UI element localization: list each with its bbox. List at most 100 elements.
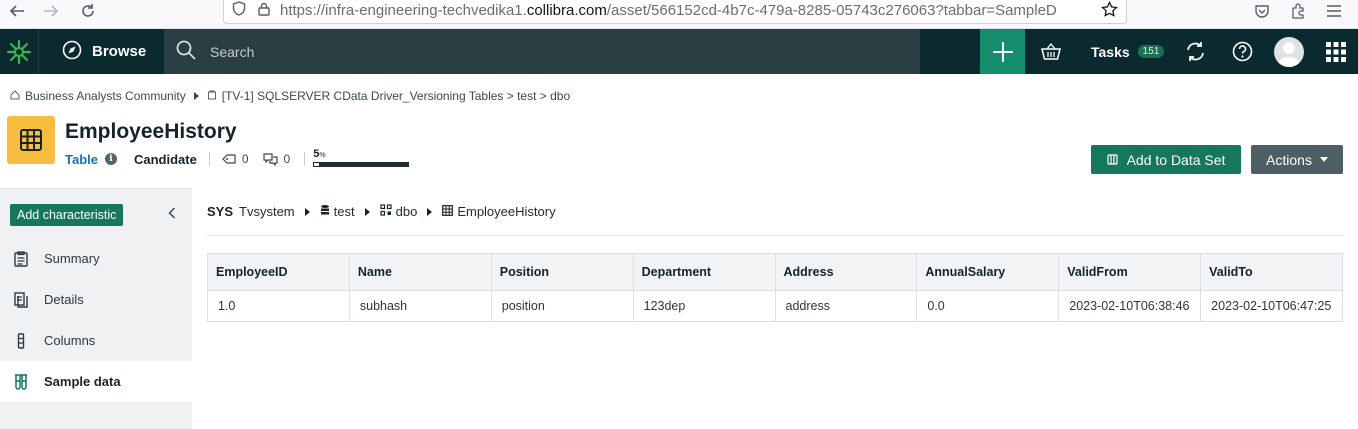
reload-icon[interactable] xyxy=(75,0,101,22)
browse-label: Browse xyxy=(92,43,147,60)
schema-icon xyxy=(380,204,392,219)
divider xyxy=(207,235,1343,236)
sidebar-item-sample-data[interactable]: Sample data xyxy=(0,361,192,402)
tags-count: 0 xyxy=(241,152,249,166)
tasks-label: Tasks xyxy=(1091,43,1130,60)
table-icon xyxy=(442,204,454,219)
add-to-dataset-label: Add to Data Set xyxy=(1126,151,1226,168)
url-bar[interactable]: https://infra-engineering-techvedika1.co… xyxy=(223,0,1127,24)
column-header: ValidFrom xyxy=(1058,253,1202,291)
tasks-button[interactable]: Tasks 151 xyxy=(1091,29,1165,74)
search-icon xyxy=(176,40,196,63)
extensions-icon[interactable] xyxy=(1286,0,1310,22)
search-input[interactable] xyxy=(210,43,810,60)
table-cell: subhash xyxy=(348,290,492,322)
forward-icon[interactable] xyxy=(38,0,64,22)
table-cell: address xyxy=(774,290,918,322)
help-icon[interactable] xyxy=(1229,29,1255,74)
breadcrumb-community-link[interactable]: Business Analysts Community xyxy=(25,89,186,103)
global-search[interactable] xyxy=(164,29,920,74)
summary-icon xyxy=(14,250,28,267)
create-button[interactable] xyxy=(980,29,1025,74)
breadcrumb: Business Analysts Community [TV-1] SQLSE… xyxy=(10,89,570,103)
breadcrumb-domain-link[interactable]: [TV-1] SQLSERVER CData Driver_Versioning… xyxy=(222,89,570,103)
path-separator-icon xyxy=(427,207,433,216)
tags-counter[interactable]: 0 xyxy=(221,152,249,166)
column-header: AnnualSalary xyxy=(916,253,1060,291)
divider xyxy=(304,152,306,166)
sidebar-item-columns[interactable]: Columns xyxy=(0,320,192,361)
database-icon xyxy=(320,204,330,219)
path-database-link[interactable]: test xyxy=(334,204,355,219)
domain-icon xyxy=(207,89,217,103)
table-header-row: EmployeeID Name Position Department Addr… xyxy=(207,253,1343,291)
column-header: Position xyxy=(490,253,634,291)
column-icon xyxy=(14,332,28,349)
details-icon xyxy=(14,291,28,308)
table-cell: 0.0 xyxy=(916,290,1060,322)
object-path: SYS Tvsystem test dbo EmployeeHistory xyxy=(207,204,556,219)
browser-toolbar: https://infra-engineering-techvedika1.co… xyxy=(0,0,1358,29)
column-header: Address xyxy=(774,253,918,291)
url-text: https://infra-engineering-techvedika1.co… xyxy=(280,1,1057,19)
asset-type-link[interactable]: Table xyxy=(65,152,98,167)
sys-label: SYS xyxy=(207,204,234,219)
table-cell: 1.0 xyxy=(207,290,350,322)
plus-icon xyxy=(992,41,1013,62)
column-header: Department xyxy=(632,253,776,291)
asset-meta: Table i Candidate 0 0 5% xyxy=(65,148,410,168)
compass-icon xyxy=(62,40,82,64)
shield-icon xyxy=(232,1,246,19)
path-separator-icon xyxy=(364,207,370,216)
back-icon[interactable] xyxy=(4,0,30,22)
browse-button[interactable]: Browse xyxy=(40,29,164,74)
path-table-label: EmployeeHistory xyxy=(457,204,556,219)
comments-count: 0 xyxy=(283,152,291,166)
add-characteristic-button[interactable]: Add characteristic xyxy=(10,204,124,226)
table-row: 1.0 subhash position 123dep address 0.0 … xyxy=(207,290,1343,322)
chevron-left-icon[interactable] xyxy=(168,207,176,222)
lock-icon xyxy=(258,2,270,19)
path-system-link[interactable]: Tvsystem xyxy=(239,204,295,219)
table-cell: position xyxy=(490,290,634,322)
column-header: EmployeeID xyxy=(207,253,350,291)
completeness-progress: 5% xyxy=(313,148,410,167)
sidebar-item-label: Details xyxy=(44,292,84,307)
actions-label: Actions xyxy=(1266,151,1312,168)
menu-icon[interactable] xyxy=(1322,0,1346,22)
column-header: Name xyxy=(348,253,492,291)
comments-icon xyxy=(262,152,278,166)
divider xyxy=(208,152,210,166)
caret-down-icon xyxy=(1319,157,1328,162)
path-schema-link[interactable]: dbo xyxy=(396,204,418,219)
bookmark-star-icon[interactable] xyxy=(1101,0,1118,21)
sidebar-item-summary[interactable]: Summary xyxy=(0,238,192,279)
actions-dropdown-button[interactable]: Actions xyxy=(1251,145,1343,174)
app-header: Browse Tasks 151 xyxy=(0,29,1358,74)
column-header: ValidTo xyxy=(1200,253,1343,291)
table-cell: 2023-02-10T06:38:46 xyxy=(1058,290,1202,322)
tasks-count-badge: 151 xyxy=(1137,45,1165,58)
sidebar-item-label: Columns xyxy=(44,333,96,348)
user-avatar[interactable] xyxy=(1274,37,1304,67)
status-badge[interactable]: Candidate xyxy=(134,152,197,167)
sync-icon[interactable] xyxy=(1182,29,1208,74)
sidebar: Add characteristic Summary Details Colum… xyxy=(0,188,192,429)
collibra-logo-icon[interactable] xyxy=(0,29,39,74)
progress-track xyxy=(313,162,410,167)
community-icon xyxy=(10,89,20,103)
dataset-icon xyxy=(1106,154,1118,165)
progress-fill xyxy=(314,163,319,166)
path-separator-icon xyxy=(304,207,310,216)
pocket-icon[interactable] xyxy=(1250,0,1274,22)
basket-icon[interactable] xyxy=(1038,29,1064,74)
sidebar-item-details[interactable]: Details xyxy=(0,279,192,320)
comments-counter[interactable]: 0 xyxy=(262,152,291,166)
sidebar-item-label: Sample data xyxy=(44,374,121,389)
table-cell: 2023-02-10T06:47:25 xyxy=(1200,290,1343,322)
info-icon[interactable]: i xyxy=(105,153,117,165)
app-grid-icon[interactable] xyxy=(1324,29,1348,74)
sample-data-icon xyxy=(14,373,28,390)
add-to-dataset-button[interactable]: Add to Data Set xyxy=(1091,145,1241,174)
sidebar-item-label: Summary xyxy=(44,251,100,266)
